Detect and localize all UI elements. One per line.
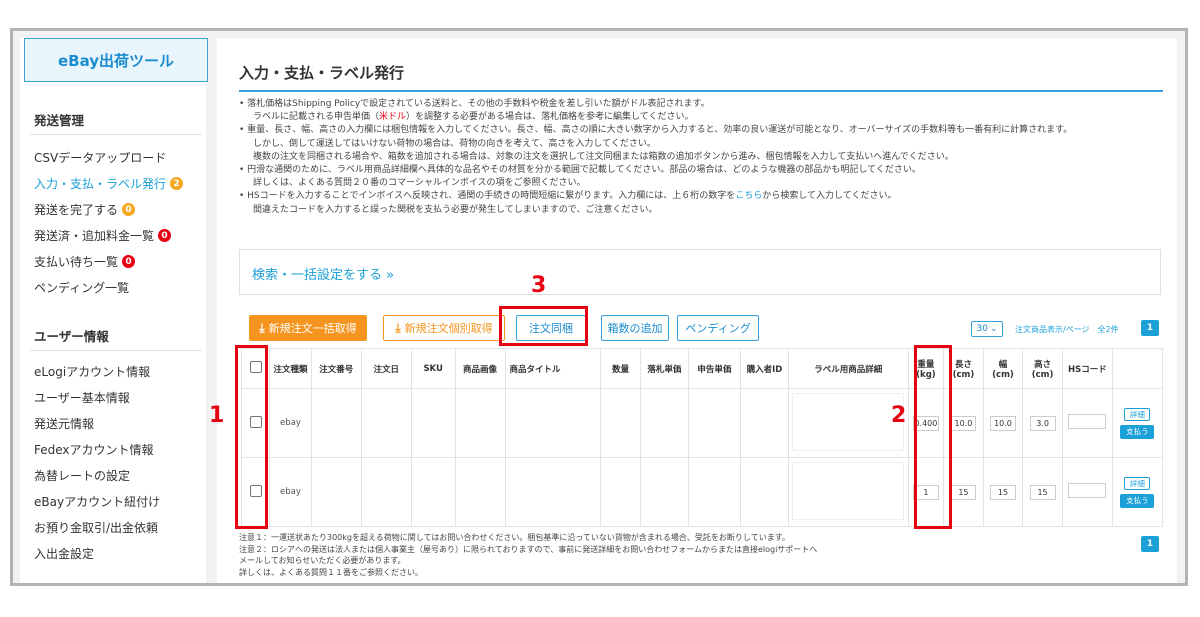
width-input[interactable]: 10.0 bbox=[989, 415, 1016, 431]
combine-orders-button[interactable]: 注文同梱 bbox=[516, 315, 586, 341]
col-weight: 重量 (kg) bbox=[907, 348, 945, 389]
col-hs-code: HSコード bbox=[1061, 348, 1113, 389]
page-button-bottom[interactable]: 1 bbox=[1141, 536, 1159, 552]
height-input[interactable]: 3.0 bbox=[1029, 415, 1056, 431]
section-shipping-management: 発送管理 bbox=[34, 113, 85, 128]
label-detail-input[interactable] bbox=[792, 392, 905, 451]
pending-button[interactable]: ペンディング bbox=[677, 315, 759, 341]
sidebar-item-ebay-link[interactable]: eBayアカウント紐付け bbox=[34, 493, 160, 510]
search-bulk-settings-link[interactable]: 検索・一括設定をする » bbox=[252, 264, 394, 283]
col-order-type: 注文種類 bbox=[269, 348, 312, 389]
col-length: 長さ (cm) bbox=[943, 348, 984, 389]
sidebar-item-elogi-account[interactable]: eLogiアカウント情報 bbox=[34, 363, 150, 380]
search-panel: 検索・一括設定をする » bbox=[239, 249, 1161, 295]
pay-button[interactable]: 支払う bbox=[1120, 424, 1155, 439]
instructions: • 落札価格はShipping Policyで設定されている送料と、その他の手数… bbox=[239, 99, 1073, 215]
sidebar-item-pending-list[interactable]: ペンディング一覧 bbox=[34, 279, 129, 296]
footer-notes: 注意１：一運送状あたり300kgを超える荷物に関してはお問い合わせください。梱包… bbox=[239, 533, 818, 577]
detail-button[interactable]: 詳細 bbox=[1124, 407, 1151, 421]
sidebar-item-user-basic[interactable]: ユーザー基本情報 bbox=[34, 389, 130, 406]
download-icon: ⤓ bbox=[259, 320, 265, 335]
sidebar: eBay出荷ツール 発送管理 CSVデータアップロード 入力・支払・ラベル発行 2… bbox=[20, 38, 208, 583]
page-button-top[interactable]: 1 bbox=[1141, 320, 1159, 336]
length-input[interactable]: 15 bbox=[950, 484, 977, 500]
select-all-checkbox[interactable] bbox=[249, 361, 262, 373]
col-product-image: 商品画像 bbox=[454, 348, 506, 389]
col-width: 幅 (cm) bbox=[982, 348, 1024, 389]
orders-table: 注文種類 注文番号 注文日 SKU 商品画像 商品タイトル 数量 落札単価 申告… bbox=[240, 348, 1164, 527]
count-badge: 0 bbox=[158, 229, 172, 242]
row-checkbox[interactable] bbox=[249, 415, 262, 428]
section-user-info: ユーザー情報 bbox=[34, 329, 109, 344]
col-winning-price: 落札単価 bbox=[639, 348, 689, 389]
app-frame: eBay出荷ツール 発送管理 CSVデータアップロード 入力・支払・ラベル発行 2… bbox=[10, 28, 1188, 586]
col-buyer-id: 購入者ID bbox=[739, 348, 789, 389]
detail-button[interactable]: 詳細 bbox=[1124, 476, 1151, 490]
col-product-title: 商品タイトル bbox=[504, 348, 602, 389]
table-row: ebay 1 15 15 15 詳細 支払う bbox=[240, 457, 1164, 527]
length-input[interactable]: 10.0 bbox=[950, 415, 977, 431]
hs-code-input[interactable] bbox=[1068, 483, 1107, 498]
annotation-3: 3 bbox=[531, 273, 547, 298]
count-badge: 0 bbox=[122, 255, 136, 268]
sidebar-item-deposit-withdraw[interactable]: お預り金取引/出金依頼 bbox=[34, 519, 158, 536]
bulk-fetch-button[interactable]: ⤓ 新規注文一括取得 bbox=[249, 315, 367, 341]
sidebar-item-complete-shipping[interactable]: 発送を完了する 0 bbox=[34, 201, 136, 218]
col-sku: SKU bbox=[410, 348, 456, 389]
col-declared-price: 申告単価 bbox=[687, 348, 741, 389]
weight-input[interactable]: 1 bbox=[912, 484, 939, 500]
title-underline bbox=[239, 90, 1163, 92]
chevron-down-icon: ⌄ bbox=[989, 324, 998, 334]
order-type-cell: ebay bbox=[269, 457, 312, 527]
divider bbox=[30, 134, 202, 135]
count-badge: 0 bbox=[122, 203, 136, 216]
col-height: 高さ (cm) bbox=[1022, 348, 1063, 389]
sidebar-item-fedex-account[interactable]: Fedexアカウント情報 bbox=[34, 441, 154, 458]
sidebar-item-csv-upload[interactable]: CSVデータアップロード bbox=[34, 149, 166, 166]
divider bbox=[30, 350, 202, 351]
sidebar-item-sender-info[interactable]: 発送元情報 bbox=[34, 415, 94, 432]
col-quantity: 数量 bbox=[600, 348, 641, 389]
per-page-select[interactable]: 30 ⌄ bbox=[971, 321, 1003, 337]
per-page-label: 注文商品表示/ページ 全2件 bbox=[1015, 325, 1119, 334]
sidebar-item-shipped-list[interactable]: 発送済・追加料金一覧 0 bbox=[34, 227, 172, 244]
main-panel: 入力・支払・ラベル発行 • 落札価格はShipping Policyで設定されて… bbox=[217, 38, 1177, 583]
order-type-cell: ebay bbox=[269, 388, 312, 458]
table-row: ebay 0.400 10.0 10.0 3.0 詳細 支払う bbox=[240, 388, 1164, 458]
brand-logo[interactable]: eBay出荷ツール bbox=[24, 38, 208, 82]
height-input[interactable]: 15 bbox=[1029, 484, 1056, 500]
col-order-number: 注文番号 bbox=[310, 348, 362, 389]
width-input[interactable]: 15 bbox=[989, 484, 1016, 500]
hs-search-link[interactable]: こちら bbox=[735, 191, 762, 201]
table-header-row: 注文種類 注文番号 注文日 SKU 商品画像 商品タイトル 数量 落札単価 申告… bbox=[240, 348, 1164, 389]
weight-input[interactable]: 0.400 bbox=[912, 415, 939, 431]
col-label-detail: ラベル用商品詳細 bbox=[787, 348, 909, 389]
count-badge: 2 bbox=[170, 177, 184, 190]
sidebar-item-payment-settings[interactable]: 入出金設定 bbox=[34, 545, 94, 562]
download-icon: ⤓ bbox=[395, 320, 401, 335]
add-boxes-button[interactable]: 箱数の追加 bbox=[601, 315, 669, 341]
label-detail-input[interactable] bbox=[792, 461, 905, 520]
col-order-date: 注文日 bbox=[360, 348, 412, 389]
sidebar-item-input-pay-label[interactable]: 入力・支払・ラベル発行 2 bbox=[34, 175, 184, 192]
row-checkbox[interactable] bbox=[249, 484, 262, 497]
sidebar-item-exchange-rate[interactable]: 為替レートの設定 bbox=[34, 467, 130, 484]
page-title: 入力・支払・ラベル発行 bbox=[239, 64, 405, 82]
annotation-2: 2 bbox=[891, 403, 907, 428]
sidebar-item-awaiting-payment[interactable]: 支払い待ち一覧 0 bbox=[34, 253, 136, 270]
col-actions bbox=[1111, 348, 1164, 389]
pay-button[interactable]: 支払う bbox=[1120, 493, 1155, 508]
hs-code-input[interactable] bbox=[1068, 414, 1107, 429]
annotation-1: 1 bbox=[209, 403, 225, 428]
single-fetch-button[interactable]: ⤓ 新規注文個別取得 bbox=[383, 315, 505, 341]
select-all-cell bbox=[240, 348, 271, 389]
